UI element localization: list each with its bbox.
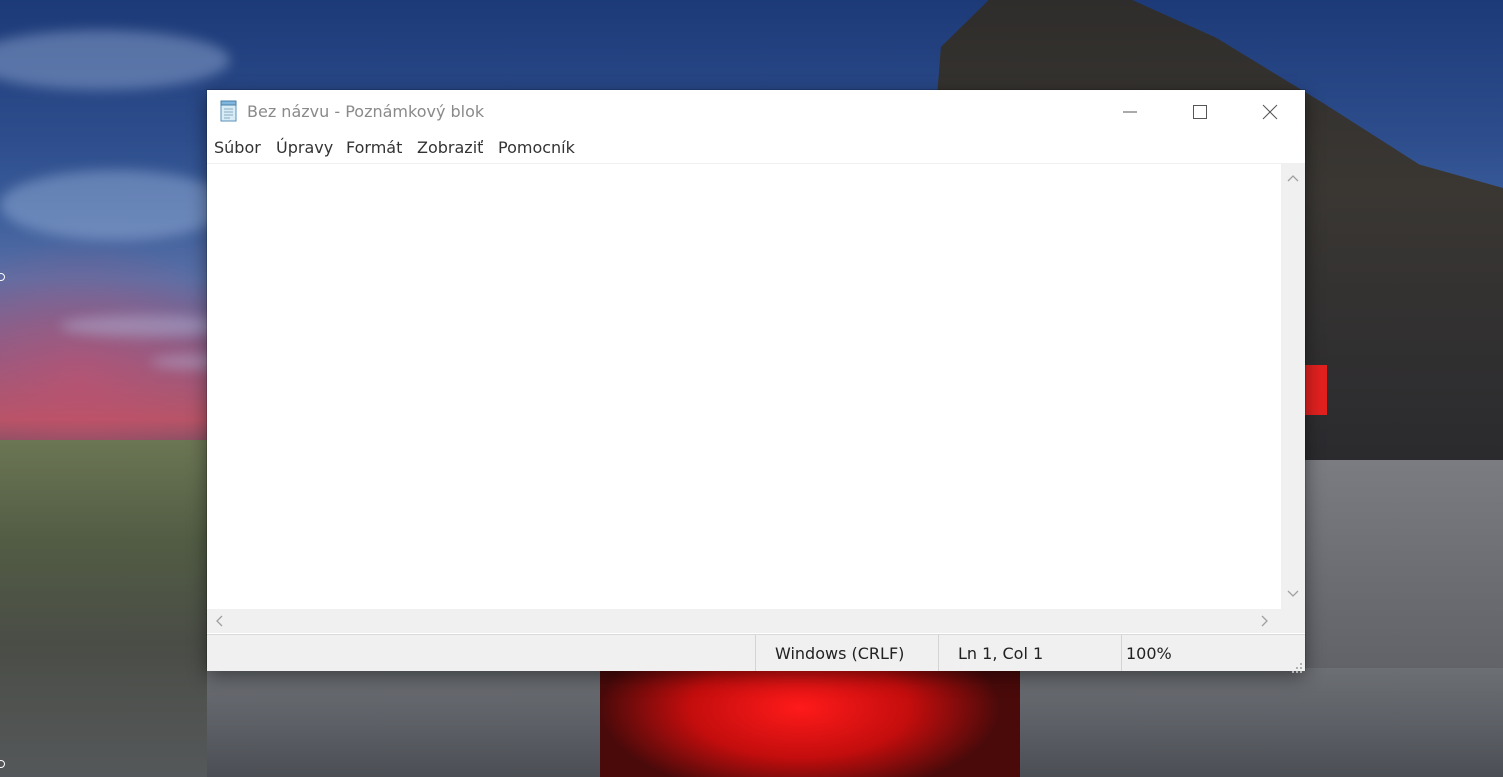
minimize-icon <box>1122 104 1138 120</box>
scroll-right-icon[interactable] <box>1257 613 1273 629</box>
close-button[interactable] <box>1235 90 1305 134</box>
text-editor[interactable] <box>207 164 1281 609</box>
menu-item-view[interactable]: Zobraziť <box>417 138 483 157</box>
menu-item-help[interactable]: Pomocník <box>498 138 575 157</box>
menu-item-edit[interactable]: Úpravy <box>276 138 333 157</box>
maximize-icon <box>1192 104 1208 120</box>
window-title: Bez názvu - Poznámkový blok <box>247 102 485 121</box>
vertical-scrollbar[interactable] <box>1281 164 1305 609</box>
scroll-down-icon[interactable] <box>1285 586 1301 602</box>
minimize-button[interactable] <box>1095 90 1165 134</box>
desktop-red-light <box>600 668 1020 777</box>
desktop-cloud <box>60 315 230 337</box>
scroll-left-icon[interactable] <box>211 613 227 629</box>
status-separator <box>755 635 756 671</box>
horizontal-scrollbar[interactable] <box>207 609 1281 633</box>
desktop-cloud <box>0 170 230 240</box>
status-zoom: 100% <box>1126 644 1172 663</box>
menu-bar: Súbor Úpravy Formát Zobraziť Pomocník <box>207 134 1305 164</box>
status-line-endings: Windows (CRLF) <box>775 644 905 663</box>
resize-grip-icon[interactable] <box>1292 658 1302 673</box>
desktop-edge-icon[interactable] <box>0 273 5 281</box>
notepad-icon[interactable] <box>219 100 239 122</box>
scroll-up-icon[interactable] <box>1285 170 1301 186</box>
scrollbar-corner <box>1281 609 1305 633</box>
desktop-red-app-tile[interactable] <box>1305 365 1327 415</box>
menu-item-format[interactable]: Formát <box>346 138 402 157</box>
maximize-button[interactable] <box>1165 90 1235 134</box>
title-bar[interactable]: Bez názvu - Poznámkový blok <box>207 90 1305 134</box>
status-cursor-position: Ln 1, Col 1 <box>958 644 1044 663</box>
menu-item-file[interactable]: Súbor <box>214 138 261 157</box>
status-separator <box>1121 635 1122 671</box>
status-bar: Windows (CRLF) Ln 1, Col 1 100% <box>207 634 1305 673</box>
notepad-window: Bez názvu - Poznámkový blok Súbor Úpravy… <box>207 90 1305 673</box>
desktop-cloud <box>0 30 230 90</box>
status-separator <box>938 635 939 671</box>
close-icon <box>1262 104 1278 120</box>
